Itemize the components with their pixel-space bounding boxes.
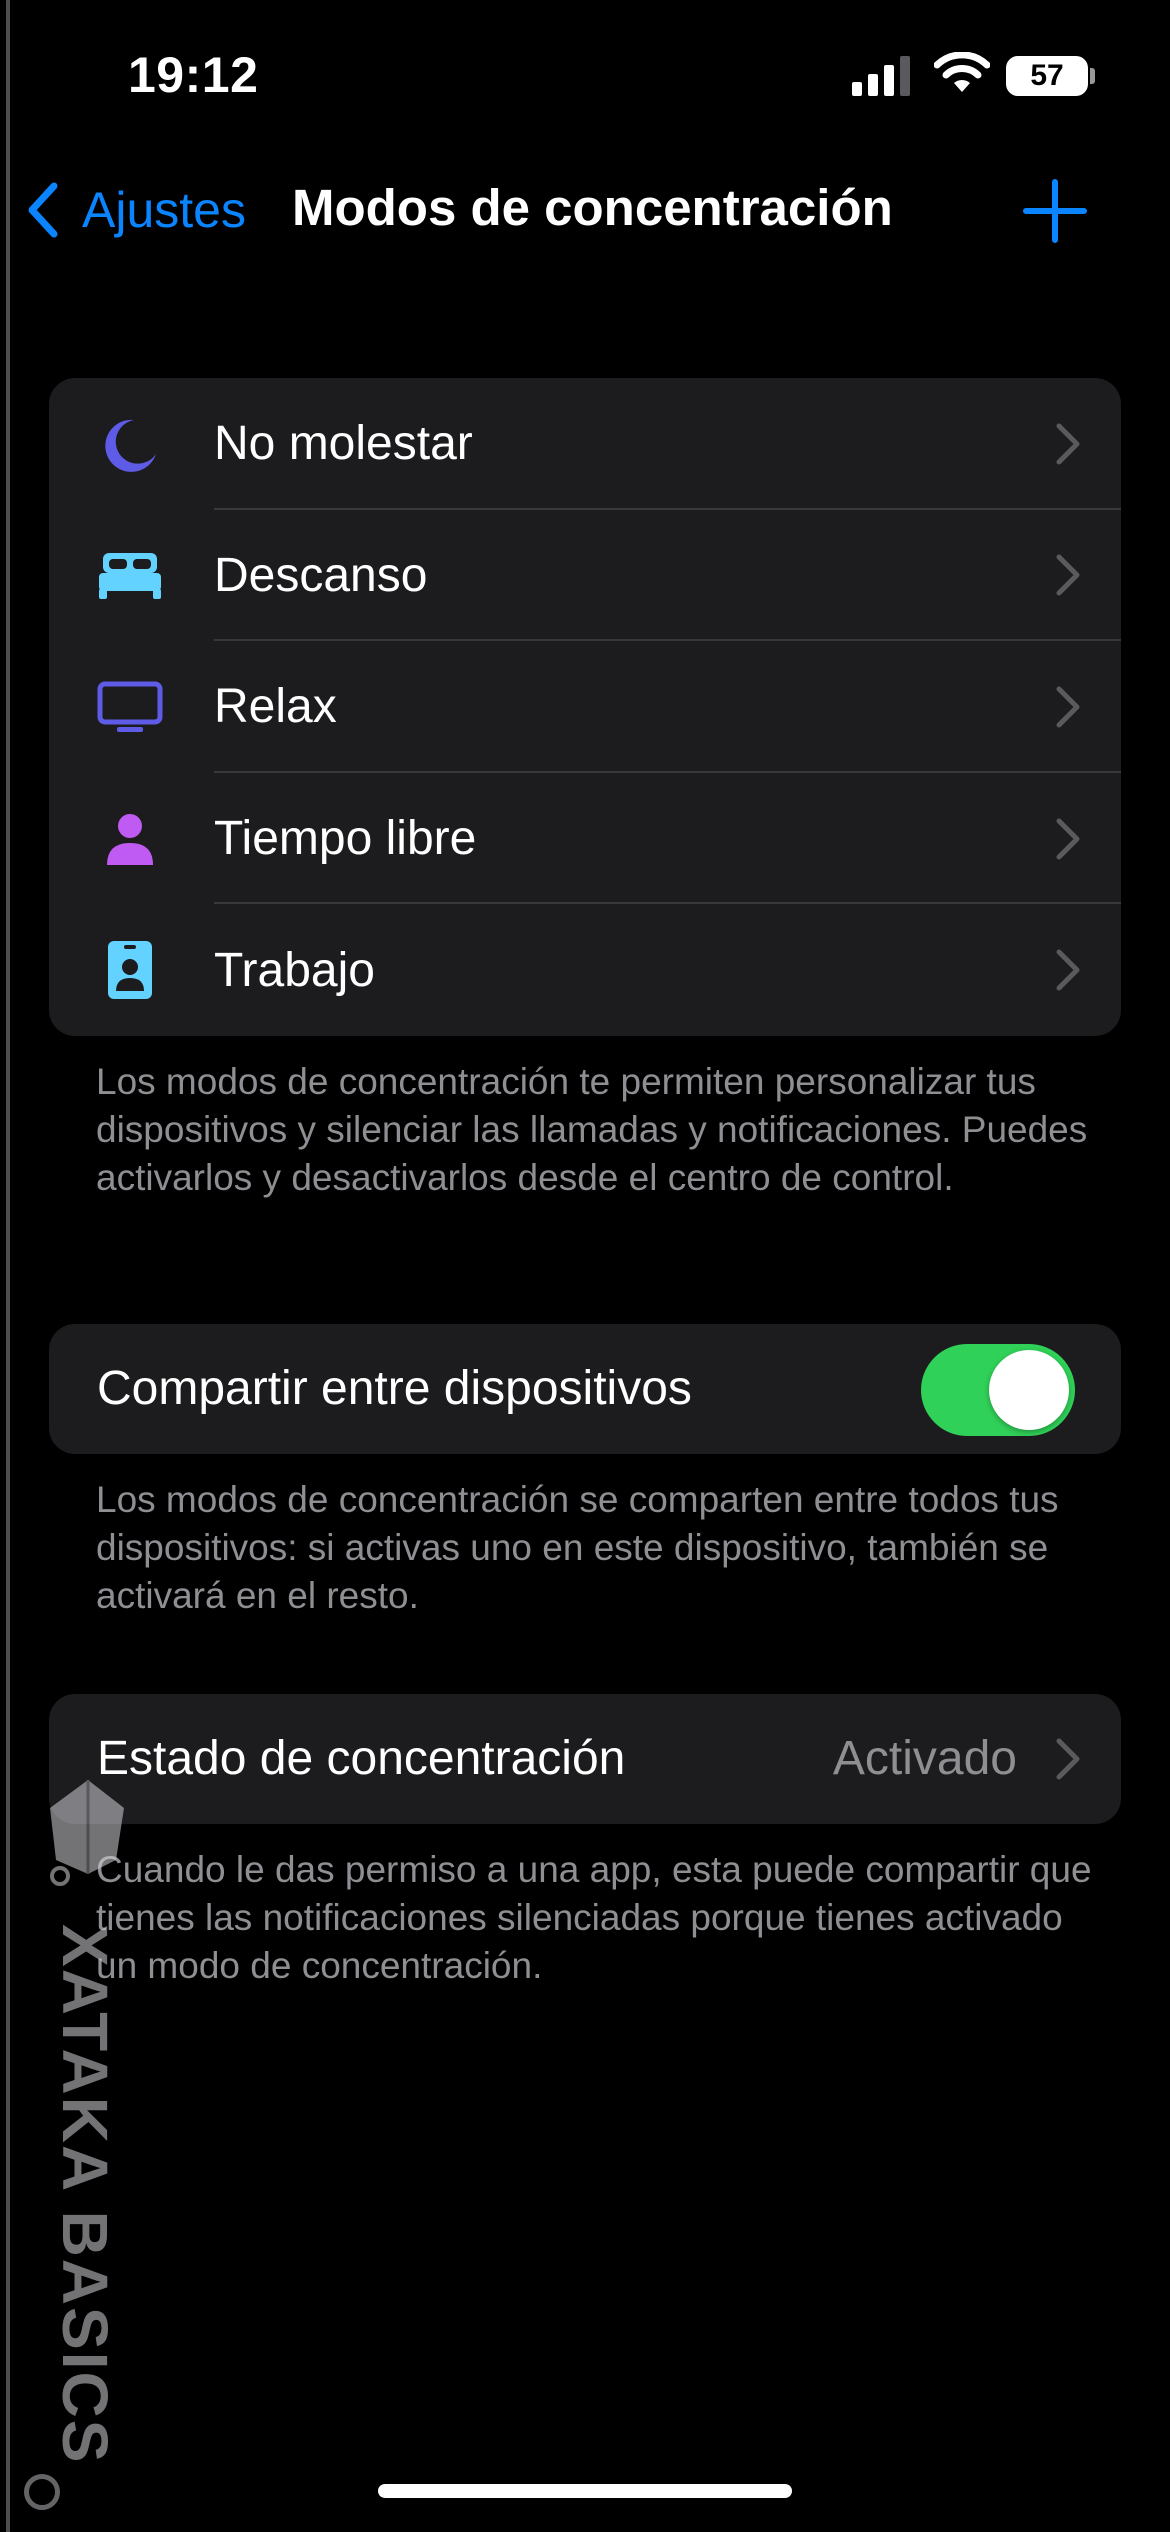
person-icon: [107, 813, 153, 865]
chevron-right-icon: [1056, 686, 1080, 728]
chevron-left-icon: [28, 182, 58, 238]
mode-row-tiempo-libre[interactable]: Tiempo libre: [49, 773, 1121, 905]
mode-row-trabajo[interactable]: Trabajo: [49, 904, 1121, 1036]
mode-label: Descanso: [214, 548, 428, 602]
plus-icon[interactable]: [1020, 176, 1090, 246]
id-badge-icon: [108, 941, 152, 1000]
mode-label: No molestar: [214, 417, 473, 471]
wifi-icon: [934, 52, 990, 92]
mode-row-descanso[interactable]: Descanso: [49, 510, 1121, 642]
home-indicator[interactable]: [378, 2484, 792, 2498]
share-across-devices-row: Compartir entre dispositivos: [49, 1324, 1121, 1454]
focus-status-footnote: Cuando le das permiso a una app, esta pu…: [96, 1849, 1092, 1986]
chevron-right-icon: [1056, 423, 1080, 465]
chevron-right-icon: [1056, 1738, 1080, 1780]
chevron-right-icon: [1056, 818, 1080, 860]
watermark-text: XATAKA BASICS: [49, 1924, 121, 2465]
screen-edge-line: [6, 0, 10, 2532]
focus-status-value: Activado: [832, 1732, 1017, 1785]
share-label: Compartir entre dispositivos: [97, 1362, 692, 1415]
mode-label: Tiempo libre: [214, 812, 477, 866]
focus-modes-list: No molestar Descanso Relax Tiempo libre …: [49, 378, 1121, 1036]
share-footnote: Los modos de concentración se comparten …: [96, 1479, 1059, 1616]
mode-label: Relax: [214, 680, 337, 734]
status-time: 19:12: [128, 47, 259, 103]
signal-icon: [852, 56, 910, 96]
page-title: Modos de concentración: [292, 179, 893, 236]
tv-icon: [97, 681, 163, 732]
mode-label: Trabajo: [214, 943, 375, 997]
watermark-ring: [24, 2474, 60, 2510]
watermark-logo-icon: [50, 1780, 124, 1886]
chevron-right-icon: [1056, 949, 1080, 991]
back-button[interactable]: Ajustes: [24, 170, 246, 250]
nav-bar: Ajustes Modos de concentración: [0, 160, 1170, 260]
toggle-knob: [989, 1350, 1069, 1430]
focus-status-row[interactable]: Estado de concentración Activado: [49, 1694, 1121, 1824]
bed-icon: [99, 553, 161, 600]
mode-row-no-molestar[interactable]: No molestar: [49, 378, 1121, 510]
moon-icon: [105, 419, 156, 472]
focus-status-label: Estado de concentración: [97, 1732, 626, 1785]
back-label: Ajustes: [82, 182, 246, 238]
mode-row-relax[interactable]: Relax: [49, 641, 1121, 773]
battery-icon: 57: [1006, 56, 1088, 96]
modes-footnote: Los modos de concentración te permiten p…: [96, 1061, 1088, 1198]
chevron-right-icon: [1056, 554, 1080, 596]
battery-tip: [1090, 68, 1095, 84]
share-toggle[interactable]: [921, 1344, 1075, 1436]
status-bar: 19:12 57: [0, 0, 1170, 150]
